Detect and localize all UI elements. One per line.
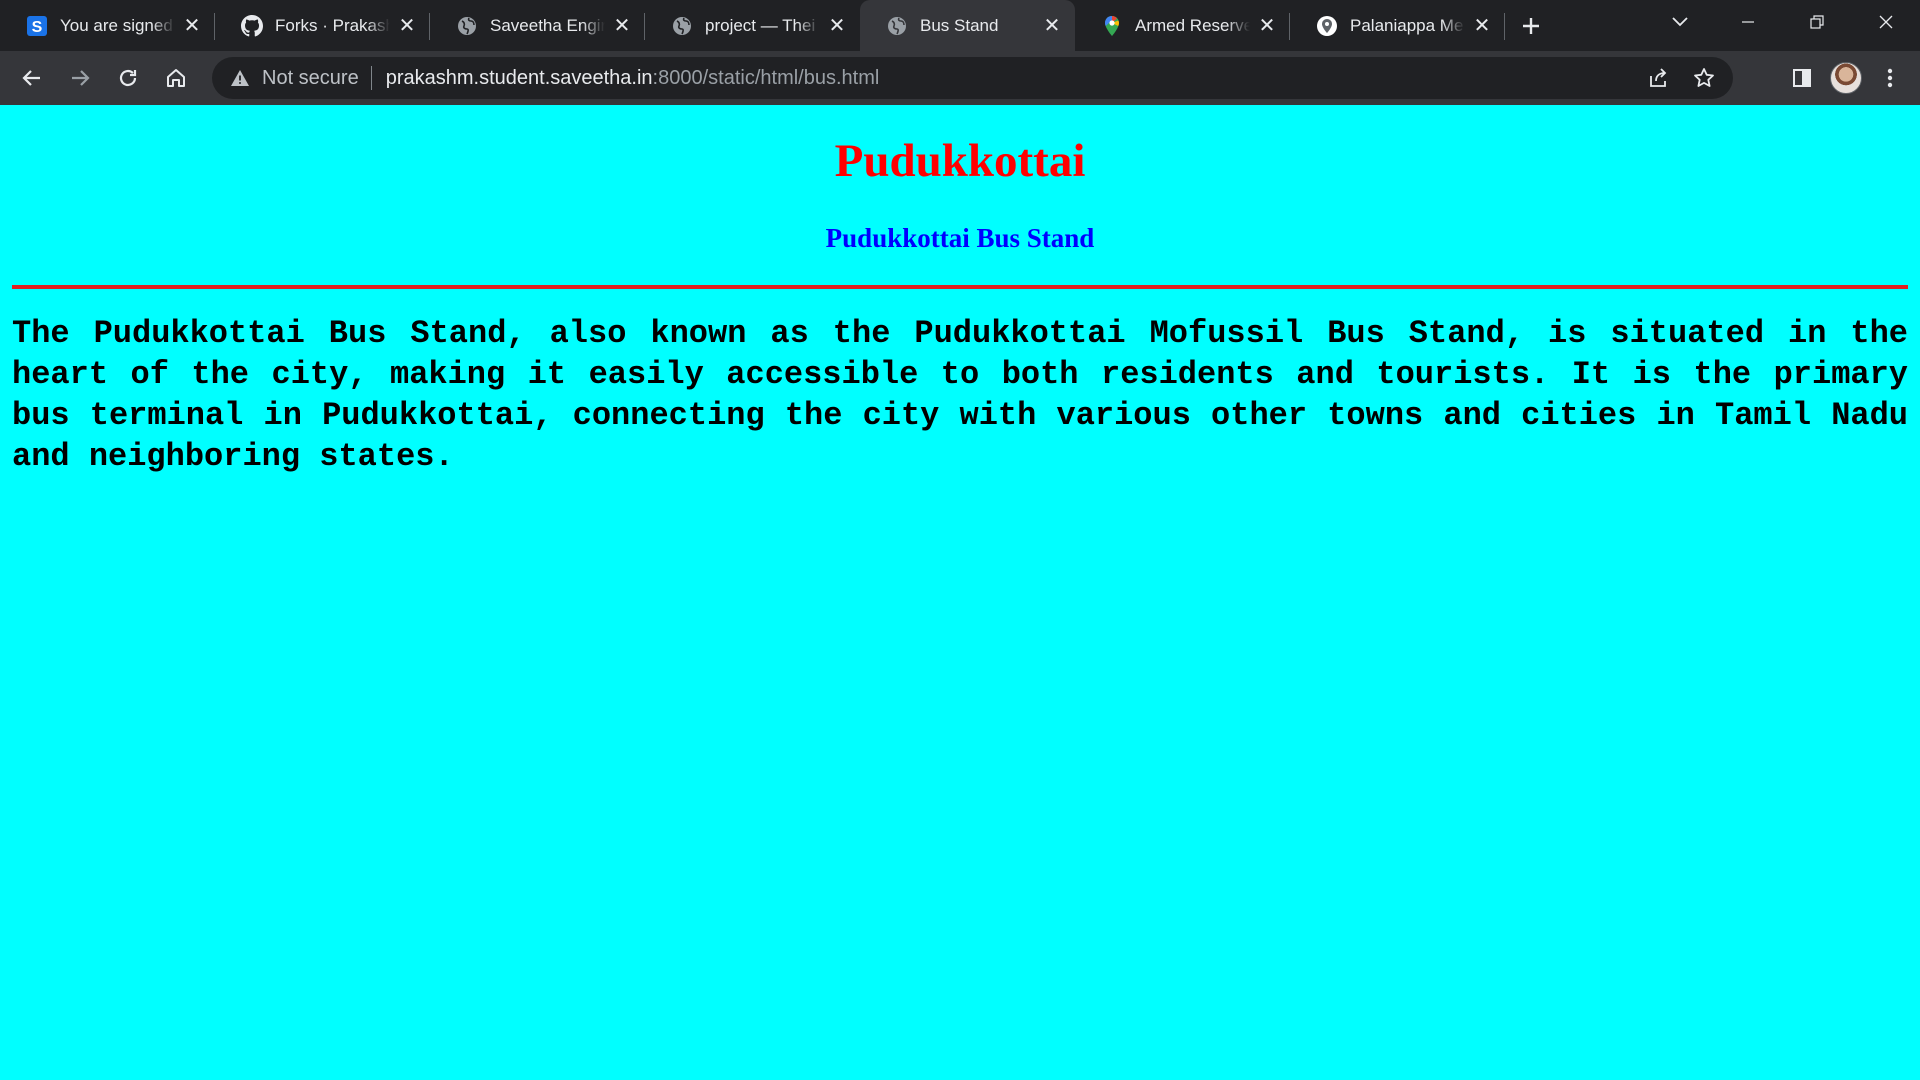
tab-title: Saveetha Engir — [490, 15, 605, 35]
tab-list: S You are signed ✕ Forks · Prakash ✕ Sav… — [0, 0, 1553, 51]
reload-icon — [119, 69, 137, 87]
home-button[interactable] — [154, 56, 198, 100]
close-icon[interactable]: ✕ — [1041, 15, 1063, 37]
forward-button[interactable] — [58, 56, 102, 100]
url-path: :8000/static/html/bus.html — [652, 66, 880, 89]
address-bar[interactable]: Not secure prakashm.student.saveetha.in:… — [212, 57, 1733, 99]
minimize-button[interactable] — [1713, 0, 1782, 44]
security-indicator[interactable]: Not secure — [230, 67, 359, 90]
globe-icon — [671, 15, 693, 37]
close-icon[interactable]: ✕ — [181, 15, 203, 37]
browser-toolbar: Not secure prakashm.student.saveetha.in:… — [0, 51, 1920, 105]
close-icon[interactable]: ✕ — [826, 15, 848, 37]
close-icon[interactable]: ✕ — [396, 15, 418, 37]
tab-strip: S You are signed ✕ Forks · Prakash ✕ Sav… — [0, 0, 1920, 51]
tab-5[interactable]: Armed Reserve ✕ — [1075, 0, 1290, 51]
tab-title: Palaniappa Me — [1350, 15, 1464, 35]
close-icon[interactable]: ✕ — [1256, 15, 1278, 37]
close-window-button[interactable] — [1851, 0, 1920, 44]
tab-title: Bus Stand — [920, 15, 999, 35]
side-panel-icon — [1793, 69, 1811, 87]
close-icon — [1879, 15, 1892, 29]
share-button[interactable] — [1635, 57, 1681, 99]
maps-pin-icon — [1101, 15, 1123, 37]
security-label: Not secure — [262, 66, 359, 89]
share-icon — [1650, 68, 1667, 87]
omnibox-divider — [370, 66, 372, 90]
home-icon — [167, 69, 185, 87]
tab-search-button[interactable] — [1658, 8, 1702, 36]
bookmark-button[interactable] — [1681, 57, 1727, 99]
close-icon[interactable]: ✕ — [1471, 15, 1493, 37]
back-button[interactable] — [10, 56, 54, 100]
minimize-icon — [1741, 21, 1754, 23]
place-pin-icon — [1316, 15, 1338, 37]
github-icon — [241, 14, 263, 37]
globe-icon — [456, 15, 478, 37]
window-controls — [1713, 0, 1920, 44]
omnibox-actions — [1635, 57, 1727, 99]
tab-3[interactable]: project — Thei ✕ — [645, 0, 860, 51]
tab-title: Armed Reserve — [1135, 15, 1250, 35]
chevron-down-icon — [1672, 17, 1688, 27]
tab-separator — [1504, 13, 1505, 40]
url-text[interactable]: prakashm.student.saveetha.in:8000/static… — [386, 67, 880, 90]
plus-icon — [1523, 17, 1539, 34]
more-vert-icon — [1887, 68, 1893, 88]
tab-title: project — Thei — [705, 15, 816, 35]
page-title: Pudukkottai — [834, 135, 1086, 187]
page-subtitle: Pudukkottai Bus Stand — [825, 223, 1095, 253]
tab-0[interactable]: S You are signed ✕ — [0, 0, 215, 51]
restore-icon — [1809, 15, 1824, 29]
star-icon — [1694, 68, 1714, 87]
s-logo-icon: S — [26, 15, 48, 37]
profile-button[interactable] — [1824, 56, 1868, 100]
restore-button[interactable] — [1782, 0, 1851, 44]
tab-title: You are signed — [60, 15, 173, 35]
warning-icon — [231, 70, 249, 86]
page-content: Pudukkottai Pudukkottai Bus Stand The Pu… — [0, 105, 1920, 1080]
avatar — [1830, 62, 1862, 94]
tab-title: Forks · Prakash — [275, 15, 390, 35]
new-tab-button[interactable] — [1509, 0, 1553, 51]
arrow-left-icon — [22, 70, 40, 86]
tab-4-active[interactable]: Bus Stand ✕ — [860, 0, 1075, 51]
arrow-right-icon — [72, 70, 90, 86]
menu-button[interactable] — [1868, 56, 1912, 100]
tab-6[interactable]: Palaniappa Me ✕ — [1290, 0, 1505, 51]
url-host: prakashm.student.saveetha.in — [385, 66, 653, 89]
svg-text:S: S — [32, 19, 43, 36]
close-icon[interactable]: ✕ — [611, 15, 633, 37]
toolbar-right — [1780, 56, 1912, 100]
globe-icon — [886, 15, 908, 37]
body-paragraph: The Pudukkottai Bus Stand, also known as… — [12, 315, 1908, 475]
tab-1[interactable]: Forks · Prakash ✕ — [215, 0, 430, 51]
reload-button[interactable] — [106, 56, 150, 100]
side-panel-button[interactable] — [1780, 56, 1824, 100]
tab-2[interactable]: Saveetha Engir ✕ — [430, 0, 645, 51]
divider — [12, 285, 1908, 289]
